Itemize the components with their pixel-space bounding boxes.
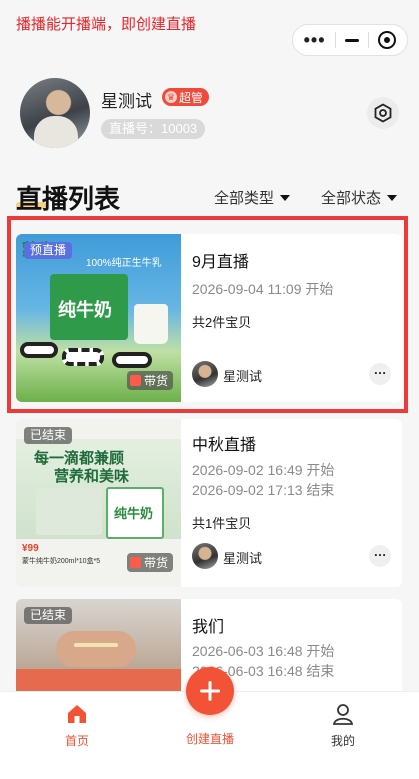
capsule-divider bbox=[334, 32, 336, 48]
settings-button[interactable] bbox=[367, 97, 399, 129]
role-badge-label: 超管 bbox=[179, 90, 204, 105]
target-close-icon[interactable] bbox=[378, 31, 397, 49]
tab-home[interactable]: 首页 bbox=[32, 702, 122, 749]
tab-create-live[interactable]: 创建直播 bbox=[165, 730, 255, 747]
anchor-avatar bbox=[192, 543, 218, 569]
live-title: 我们 bbox=[192, 619, 225, 636]
tab-create-label: 创建直播 bbox=[185, 732, 234, 746]
selection-highlight bbox=[7, 216, 408, 413]
mini-program-capsule[interactable]: ••• bbox=[292, 24, 408, 56]
shopping-bag-icon bbox=[129, 557, 141, 568]
user-avatar[interactable] bbox=[20, 78, 90, 148]
create-live-button[interactable] bbox=[186, 667, 234, 715]
filter-status-label: 全部状态 bbox=[321, 190, 382, 207]
plus-icon bbox=[200, 681, 220, 701]
live-title: 中秋直播 bbox=[192, 437, 257, 454]
live-start-time: 2026-09-02 16:49 开始 bbox=[192, 462, 335, 478]
app-page: 播播能开播端，即创建直播 ••• 星测试 ♛ 超管 直播号：10003 直播列表… bbox=[0, 0, 419, 779]
anchor-name: 星测试 bbox=[223, 551, 263, 566]
cover-price: ¥99 bbox=[22, 543, 39, 554]
milk-box: 纯牛奶 bbox=[106, 487, 164, 539]
capsule-divider bbox=[368, 32, 370, 48]
cover-product-name: 蒙牛纯牛奶200ml*10盒*5 bbox=[22, 558, 101, 565]
settings-hexagon-icon bbox=[374, 103, 392, 123]
role-badge: ♛ 超管 bbox=[162, 88, 210, 106]
live-start-time: 2026-06-03 16:48 开始 bbox=[192, 643, 335, 659]
filter-type-dropdown[interactable]: 全部类型 bbox=[214, 187, 291, 208]
status-tag: 已结束 bbox=[24, 427, 73, 444]
top-banner-text: 播播能开播端，即创建直播 bbox=[16, 16, 197, 33]
tab-home-label: 首页 bbox=[64, 734, 89, 748]
tab-mine-label: 我的 bbox=[330, 734, 355, 748]
dropdown-arrow-icon bbox=[280, 194, 291, 201]
more-dots-icon[interactable]: ••• bbox=[304, 31, 326, 49]
daihuo-label: 带货 bbox=[143, 556, 168, 570]
cover-hand bbox=[56, 631, 136, 667]
cover-product-text: 纯牛奶 bbox=[114, 506, 154, 521]
user-icon bbox=[332, 704, 354, 725]
more-options-button[interactable]: … bbox=[369, 545, 391, 567]
filter-status-dropdown[interactable]: 全部状态 bbox=[321, 187, 398, 208]
list-title: 直播列表 bbox=[16, 184, 121, 214]
cover-headline-2: 营养和美味 bbox=[54, 468, 130, 485]
live-end-time: 2026-09-02 17:13 结束 bbox=[192, 482, 335, 498]
minimize-icon[interactable] bbox=[344, 38, 359, 42]
filter-type-label: 全部类型 bbox=[214, 190, 275, 207]
cover-bracelet bbox=[74, 643, 118, 647]
status-tag: 已结束 bbox=[24, 607, 73, 624]
tab-mine[interactable]: 我的 bbox=[298, 702, 388, 749]
home-icon bbox=[68, 705, 86, 723]
user-name: 星测试 bbox=[101, 92, 152, 111]
live-cover-image: 每一滴都兼顾 营养和美味 纯牛奶 ¥99 蒙牛纯牛奶200ml*10盒*5 已结… bbox=[16, 419, 181, 587]
info-block bbox=[36, 489, 102, 535]
daihuo-tag: 带货 bbox=[126, 553, 173, 572]
goods-count: 共1件宝贝 bbox=[192, 516, 252, 531]
dropdown-arrow-icon bbox=[387, 194, 398, 201]
crown-icon: ♛ bbox=[165, 91, 177, 103]
live-card-2[interactable]: 每一滴都兼顾 营养和美味 纯牛奶 ¥99 蒙牛纯牛奶200ml*10盒*5 已结… bbox=[16, 419, 402, 587]
room-id-pill: 直播号：10003 bbox=[101, 119, 206, 139]
